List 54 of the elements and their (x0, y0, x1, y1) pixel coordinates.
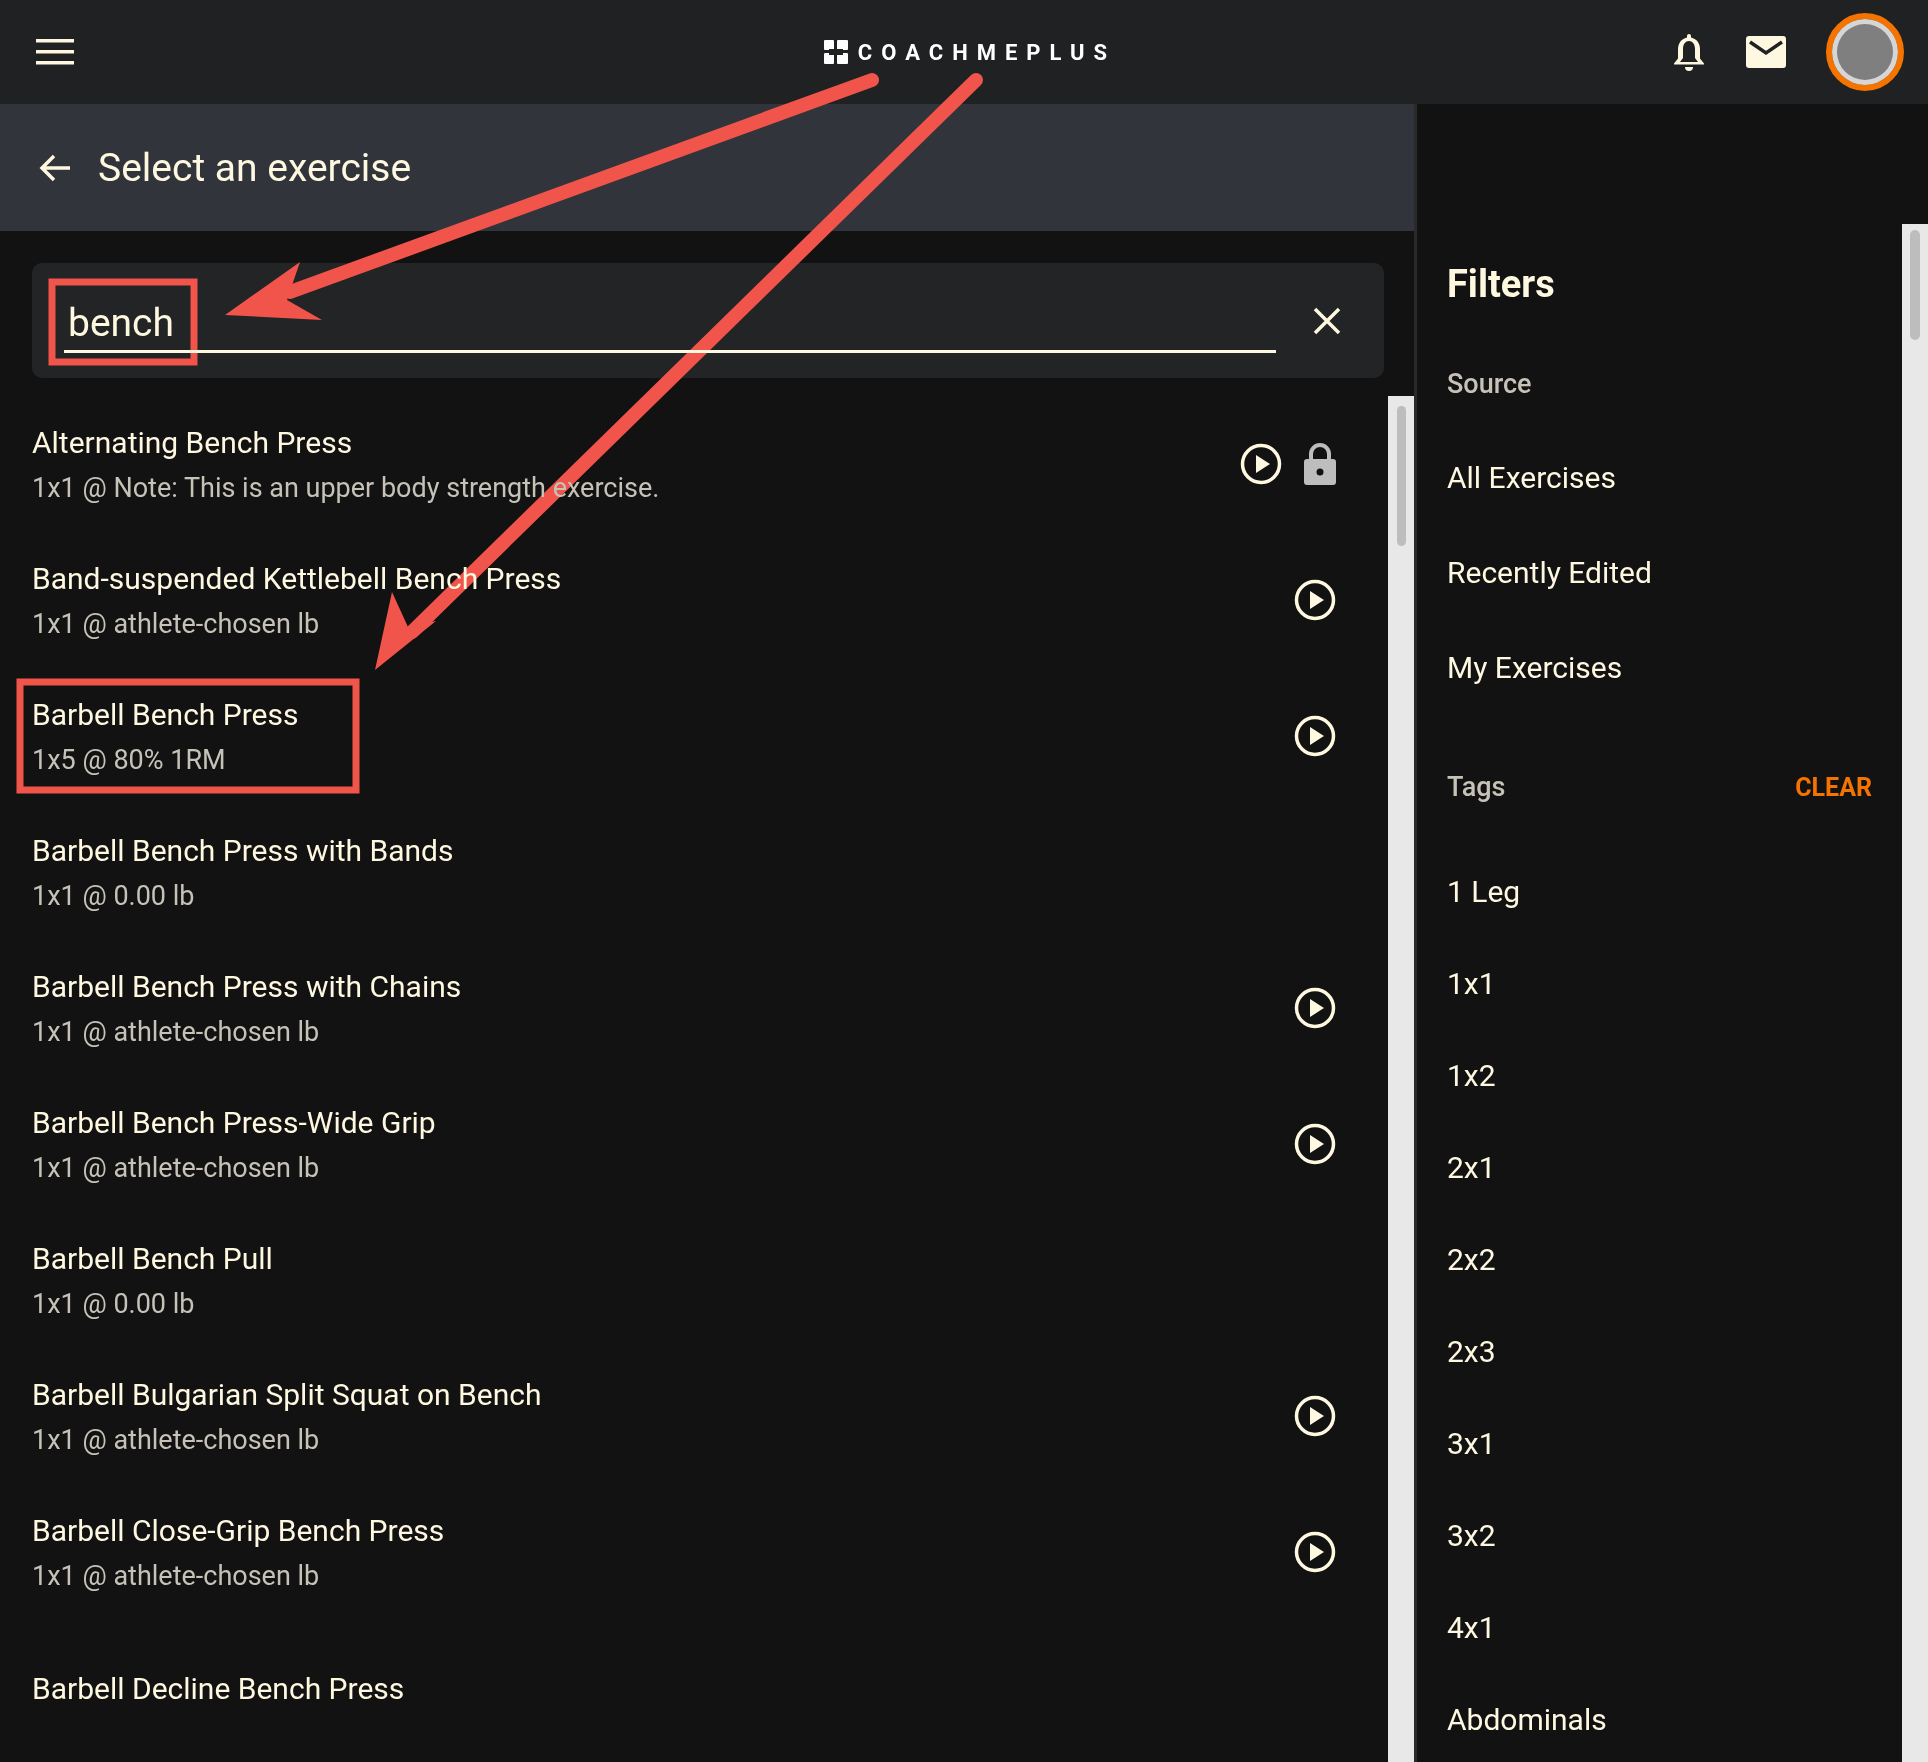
exercise-name[interactable]: Alternating Bench Press (32, 424, 353, 460)
page-title: Select an exercise (98, 144, 412, 191)
filters-title: Filters (1447, 262, 1556, 306)
scrollbar-thumb[interactable] (1910, 230, 1920, 340)
clear-button[interactable]: CLEAR (1795, 772, 1872, 802)
mail-icon[interactable] (1746, 36, 1786, 68)
section-label: Tags (1447, 771, 1506, 803)
logo-text: COACHMEPLUS (857, 39, 1117, 65)
back-arrow-icon[interactable] (38, 152, 72, 183)
exercise-name[interactable]: Barbell Bench Press with Chains (32, 968, 462, 1004)
play-icon[interactable] (1294, 715, 1336, 757)
exercise-detail: 1x1 @ athlete-chosen lb (32, 1015, 320, 1048)
exercise-detail: 1x1 @ 0.00 lb (32, 879, 195, 912)
tag-option[interactable]: Abdominals (1447, 1702, 1607, 1737)
exercise-detail: 1x1 @ athlete-chosen lb (32, 1559, 320, 1592)
logo-icon (823, 40, 848, 64)
menu-icon[interactable] (36, 39, 74, 65)
tag-option[interactable]: 1x2 (1447, 1058, 1496, 1093)
play-icon[interactable] (1294, 1395, 1336, 1437)
tag-option[interactable]: 2x3 (1447, 1334, 1496, 1369)
exercise-name[interactable]: Barbell Bench Press (32, 696, 299, 732)
play-icon[interactable] (1294, 1531, 1336, 1573)
scrollbar[interactable] (1388, 396, 1414, 1762)
exercise-detail: 1x1 @ athlete-chosen lb (32, 1151, 320, 1184)
scrollbar-thumb[interactable] (1397, 406, 1406, 546)
tag-option[interactable]: 2x2 (1447, 1242, 1496, 1277)
play-icon[interactable] (1294, 987, 1336, 1029)
filter-option[interactable]: Recently Edited (1447, 555, 1652, 590)
tag-option[interactable]: 3x1 (1447, 1426, 1496, 1461)
exercise-detail: 1x5 @ 80% 1RM (32, 743, 226, 776)
exercise-name[interactable]: Barbell Bench Pull (32, 1240, 273, 1276)
exercise-detail: 1x1 @ athlete-chosen lb (32, 607, 320, 640)
exercise-detail: 1x1 @ 0.00 lb (32, 1287, 195, 1320)
tag-option[interactable]: 1 Leg (1447, 874, 1521, 909)
close-icon[interactable] (1312, 305, 1342, 336)
play-icon[interactable] (1294, 579, 1336, 621)
tag-option[interactable]: 4x1 (1447, 1610, 1496, 1645)
play-icon[interactable] (1240, 443, 1282, 485)
tag-option[interactable]: 2x1 (1447, 1150, 1496, 1185)
filter-option[interactable]: All Exercises (1447, 460, 1616, 495)
exercise-name[interactable]: Barbell Bench Press with Bands (32, 832, 454, 868)
scrollbar[interactable] (1902, 224, 1928, 1762)
exercise-name[interactable]: Barbell Bulgarian Split Squat on Bench (32, 1376, 542, 1412)
exercise-name[interactable]: Barbell Decline Bench Press (32, 1670, 405, 1706)
exercise-name[interactable]: Barbell Close-Grip Bench Press (32, 1512, 445, 1548)
search-field[interactable]: bench (32, 263, 1384, 378)
exercise-name[interactable]: Barbell Bench Press-Wide Grip (32, 1104, 436, 1140)
section-label: Source (1447, 368, 1533, 400)
tag-option[interactable]: 3x2 (1447, 1518, 1496, 1553)
exercise-detail: 1x1 @ athlete-chosen lb (32, 1423, 320, 1456)
tag-option[interactable]: 1x1 (1447, 966, 1496, 1001)
bell-icon[interactable] (1672, 32, 1706, 72)
play-icon[interactable] (1294, 1123, 1336, 1165)
filter-option[interactable]: My Exercises (1447, 650, 1623, 685)
